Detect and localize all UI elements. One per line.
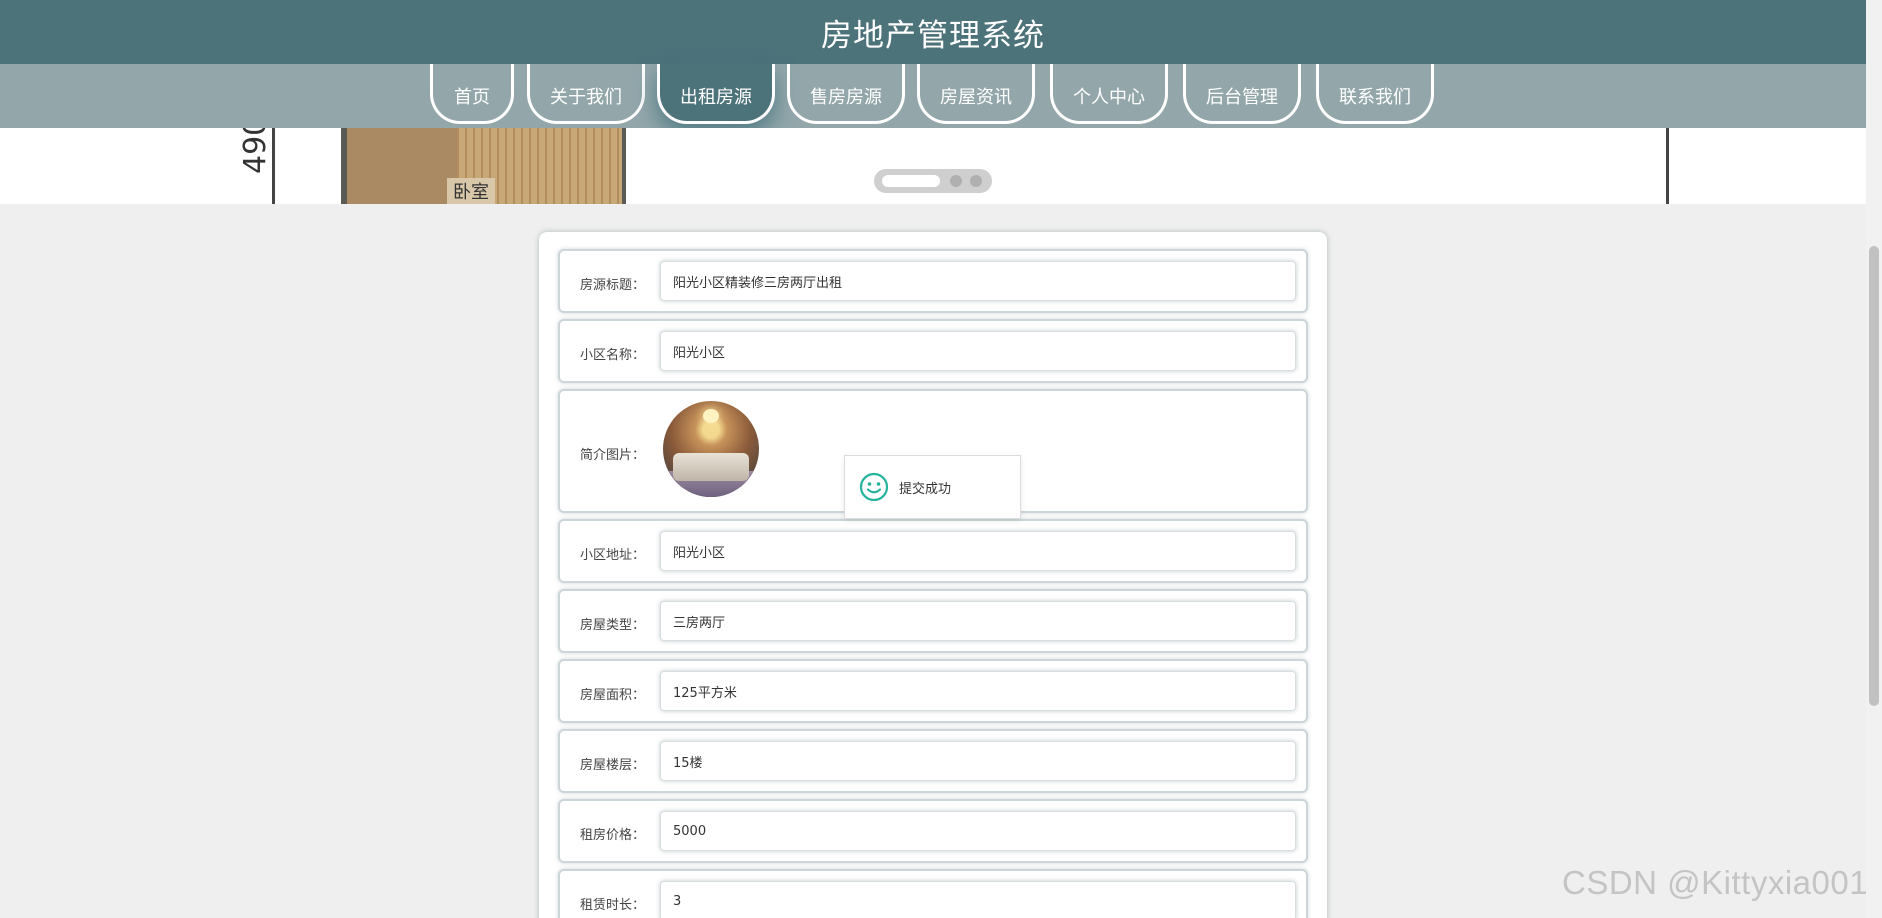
pager-dot[interactable] [970,175,982,187]
field-price: 租房价格： 5000 [558,799,1308,863]
title-input[interactable]: 阳光小区精装修三房两厅出租 [660,261,1296,301]
nav-label: 房屋资讯 [940,86,1012,108]
field-address: 小区地址： 阳光小区 [558,519,1308,583]
nav-item-rental[interactable]: 出租房源 [657,64,775,124]
nav-item-news[interactable]: 房屋资讯 [917,64,1035,124]
nav-label: 关于我们 [550,86,622,108]
nav-label: 出租房源 [680,86,752,108]
floorplan-room: 卧室 [341,128,626,204]
field-floor: 房屋楼层： 15楼 [558,729,1308,793]
field-label: 房屋楼层： [580,758,646,773]
nav-item-about[interactable]: 关于我们 [527,64,645,124]
image-light [703,409,719,423]
property-image[interactable] [663,401,759,497]
room-label: 卧室 [447,178,495,204]
field-label: 房屋面积： [580,688,646,703]
site-header: 房地产管理系统 [0,0,1866,64]
field-label: 租赁时长： [580,898,646,913]
field-community: 小区名称： 阳光小区 [558,319,1308,383]
nav-label: 个人中心 [1073,86,1145,108]
field-duration: 租赁时长： 3 [558,869,1308,918]
field-label: 房屋类型： [580,618,646,633]
nav-label: 后台管理 [1206,86,1278,108]
price-input[interactable]: 5000 [660,811,1296,851]
type-input[interactable]: 三房两厅 [660,601,1296,641]
image-sofa [673,453,749,481]
toast-message: 提交成功 [899,481,952,497]
address-input[interactable]: 阳光小区 [660,531,1296,571]
success-toast: 提交成功 [844,455,1021,519]
nav-label: 售房房源 [810,86,882,108]
nav-item-contact[interactable]: 联系我们 [1316,64,1434,124]
site-title: 房地产管理系统 [821,17,1045,54]
field-type: 房屋类型： 三房两厅 [558,589,1308,653]
nav-item-admin[interactable]: 后台管理 [1183,64,1301,124]
community-input[interactable]: 阳光小区 [660,331,1296,371]
smile-icon [859,472,889,502]
nav-label: 首页 [454,86,490,108]
field-label: 房源标题： [580,278,646,293]
nav-label: 联系我们 [1339,86,1411,108]
scrollbar-thumb[interactable] [1869,246,1879,706]
nav-item-home[interactable]: 首页 [430,64,514,124]
field-title: 房源标题： 阳光小区精装修三房两厅出租 [558,249,1308,313]
pager-dot-active[interactable] [882,175,940,187]
duration-input[interactable]: 3 [660,881,1296,918]
page-scrollbar[interactable] [1866,0,1882,918]
field-label: 租房价格： [580,828,646,843]
watermark: CSDN @Kittyxia001 [1562,864,1869,901]
nav-item-profile[interactable]: 个人中心 [1050,64,1168,124]
pager-dot[interactable] [950,175,962,187]
nav-item-sale[interactable]: 售房房源 [787,64,905,124]
field-label: 小区地址： [580,548,646,563]
dimension-line [272,128,275,204]
field-label: 小区名称： [580,348,646,363]
floorplan-wall [347,128,457,204]
dimension-line [1666,128,1669,204]
area-input[interactable]: 125平方米 [660,671,1296,711]
carousel-pager[interactable] [874,169,992,193]
field-label: 简介图片： [580,448,646,463]
dimension-label-left: 490 [238,128,273,174]
floor-input[interactable]: 15楼 [660,741,1296,781]
field-area: 房屋面积： 125平方米 [558,659,1308,723]
